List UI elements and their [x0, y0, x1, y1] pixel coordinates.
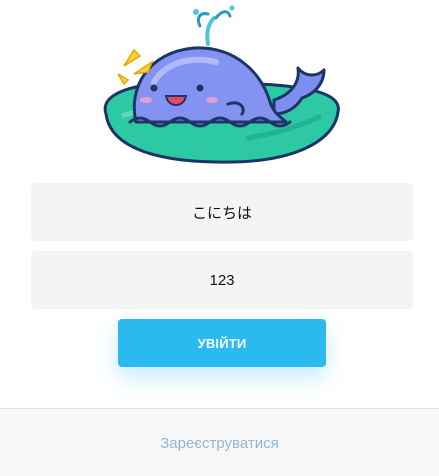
register-link[interactable]: Зареєструватися [0, 435, 439, 452]
password-field[interactable] [31, 251, 413, 309]
whale-mascot-icon [103, 5, 340, 164]
username-field[interactable] [31, 183, 413, 241]
login-page: УВІЙТИ Зареєструватися [0, 0, 439, 476]
login-button[interactable]: УВІЙТИ [118, 319, 326, 367]
footer: Зареєструватися [0, 408, 439, 476]
